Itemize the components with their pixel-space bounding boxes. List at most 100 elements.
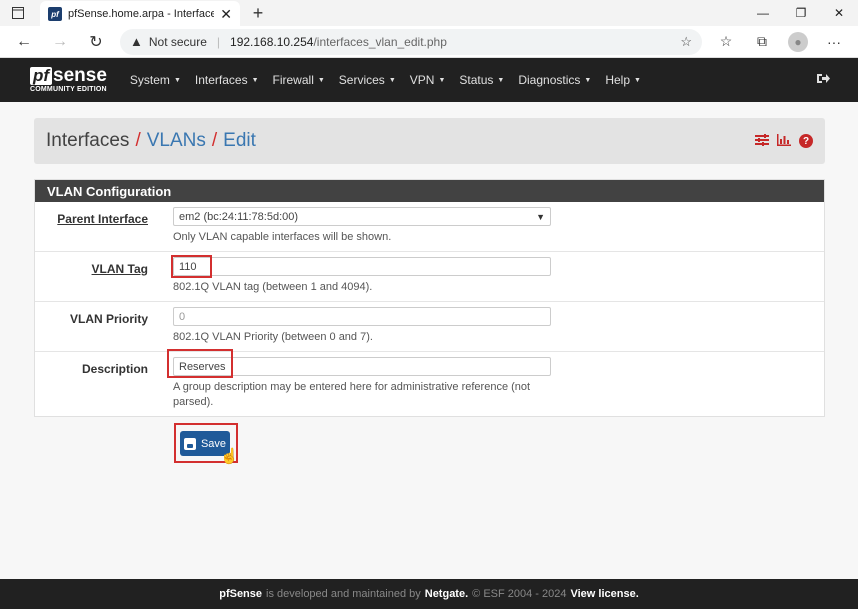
parent-interface-row: Parent Interface em2 (bc:24:11:78:5d:00)…	[35, 202, 824, 252]
menu-label: Help	[605, 73, 630, 87]
panel-title: VLAN Configuration	[35, 180, 824, 202]
menu-help[interactable]: Help ▼	[598, 73, 648, 87]
forward-icon[interactable]: →	[42, 28, 78, 56]
pfsense-favicon-icon: pf	[48, 7, 62, 21]
description-label: Description	[81, 362, 148, 376]
footer-license-link[interactable]: View license.	[570, 588, 638, 600]
vlan-priority-input[interactable]: 0	[173, 307, 551, 326]
footer-text: is developed and maintained by	[266, 588, 421, 600]
browser-toolbar: ← → ↻ ▲ Not secure | 192.168.10.254/inte…	[0, 26, 858, 58]
url-path: /interfaces_vlan_edit.php	[313, 34, 447, 49]
restore-icon[interactable]: ❐	[782, 0, 820, 26]
tab-title: pfSense.home.arpa - Interfaces: VLANs: E…	[68, 8, 215, 20]
minimize-icon[interactable]: —	[744, 0, 782, 26]
url-divider: |	[216, 34, 221, 49]
description-input[interactable]: Reserves	[167, 349, 551, 378]
sliders-icon[interactable]	[755, 133, 769, 149]
menu-system[interactable]: System ▼	[123, 73, 188, 87]
chart-icon[interactable]	[777, 133, 791, 149]
menu-label: System	[129, 73, 170, 87]
highlight-box	[171, 255, 212, 278]
collections-icon[interactable]: ⧉	[744, 28, 780, 56]
caret-down-icon: ▼	[173, 76, 181, 84]
profile-button[interactable]: ●	[780, 28, 816, 56]
breadcrumb-vlans[interactable]: VLANs	[147, 130, 206, 152]
vlan-tag-help: 802.1Q VLAN tag (between 1 and 4094).	[173, 281, 373, 293]
browser-tabbar: pf pfSense.home.arpa - Interfaces: VLANs…	[0, 0, 858, 27]
menu-firewall[interactable]: Firewall ▼	[266, 73, 332, 87]
breadcrumb-separator: /	[211, 130, 218, 151]
breadcrumb-interfaces: Interfaces	[46, 130, 130, 151]
logo-sense: sense	[53, 65, 107, 86]
menu-label: Status	[459, 73, 494, 87]
caret-down-icon: ▼	[497, 76, 505, 84]
parent-interface-help: Only VLAN capable interfaces will be sho…	[173, 231, 392, 243]
avatar-icon: ●	[788, 31, 808, 52]
warning-icon[interactable]: ▲	[130, 34, 143, 49]
menu-status[interactable]: Status ▼	[452, 73, 511, 87]
caret-down-icon: ▼	[317, 76, 325, 84]
menu-label: Interfaces	[194, 73, 248, 87]
help-icon[interactable]: ?	[799, 134, 813, 148]
page-header: Interfaces / VLANs / Edit ?	[34, 118, 825, 164]
breadcrumb-separator: /	[135, 130, 141, 151]
add-favorite-icon[interactable]: ☆	[680, 34, 692, 50]
header-icons: ?	[755, 133, 813, 149]
hand-cursor-icon: ☝	[220, 448, 239, 465]
browser-tab[interactable]: pf pfSense.home.arpa - Interfaces: VLANs…	[40, 1, 240, 27]
vlan-priority-placeholder: 0	[179, 310, 186, 323]
menu-services[interactable]: Services ▼	[332, 73, 403, 87]
main-navbar: pf sense COMMUNITY EDITION System ▼ Inter…	[0, 58, 858, 102]
parent-interface-label: Parent Interface	[57, 212, 148, 226]
menu-label: VPN	[409, 73, 435, 87]
caret-down-icon: ▼	[634, 76, 641, 84]
window-controls: — ❐ ✕	[744, 0, 858, 26]
caret-down-icon: ▼	[251, 76, 259, 84]
tab-actions-icon[interactable]	[0, 0, 36, 26]
more-menu-icon[interactable]: ···	[816, 28, 852, 56]
logout-icon[interactable]	[816, 72, 830, 88]
page-content: Interfaces / VLANs / Edit ? VLAN Configu…	[0, 102, 858, 465]
description-row: Description Reserves A group description…	[35, 349, 824, 416]
vlan-tag-row: VLAN Tag 110 802.1Q VLAN tag (between 1 …	[35, 252, 824, 302]
menu-label: Firewall	[272, 73, 314, 87]
menu-interfaces[interactable]: Interfaces ▼	[188, 73, 266, 87]
url-host: 192.168.10.254	[230, 34, 314, 49]
vlan-tag-input[interactable]: 110	[171, 255, 551, 278]
vlan-priority-help: 802.1Q VLAN Priority (between 0 and 7).	[173, 331, 373, 343]
logo-pf: pf	[30, 67, 53, 85]
favorites-icon[interactable]: ☆	[708, 28, 744, 56]
vlan-priority-row: VLAN Priority 0 802.1Q VLAN Priority (be…	[35, 302, 824, 352]
parent-interface-select[interactable]: em2 (bc:24:11:78:5d:00) ▼	[173, 207, 551, 226]
pfsense-logo[interactable]: pf sense COMMUNITY EDITION	[30, 65, 107, 93]
footer-copyright: © ESF 2004 - 2024	[472, 588, 567, 600]
close-tab-icon[interactable]: ✕	[220, 6, 232, 23]
refresh-icon[interactable]: ↻	[78, 28, 114, 56]
save-area: Save ☝	[174, 423, 239, 465]
menu-diagnostics[interactable]: Diagnostics ▼	[511, 73, 598, 87]
footer-brand: pfSense	[219, 588, 263, 600]
caret-down-icon: ▼	[438, 76, 446, 84]
caret-down-icon: ▼	[584, 76, 592, 84]
main-menu: System ▼ Interfaces ▼ Firewall ▼ Services ▼ …	[123, 73, 648, 87]
vlan-config-panel: VLAN Configuration Parent Interface em2 …	[34, 179, 825, 417]
menu-label: Services	[338, 73, 385, 87]
parent-interface-value: em2 (bc:24:11:78:5d:00)	[179, 210, 299, 223]
address-bar[interactable]: ▲ Not secure | 192.168.10.254/interfaces…	[120, 28, 702, 55]
caret-down-icon: ▼	[388, 76, 396, 84]
breadcrumb-edit[interactable]: Edit	[223, 130, 256, 152]
highlight-box	[167, 349, 233, 378]
description-help: A group description may be entered here …	[173, 381, 531, 408]
close-window-icon[interactable]: ✕	[820, 0, 858, 26]
vlan-priority-label: VLAN Priority	[69, 312, 148, 326]
footer-company-link[interactable]: Netgate.	[425, 588, 468, 600]
back-icon[interactable]: ←	[6, 28, 42, 56]
logo-edition: COMMUNITY EDITION	[30, 86, 107, 93]
menu-vpn[interactable]: VPN ▼	[403, 73, 453, 87]
page-footer: pfSense is developed and maintained by N…	[0, 579, 858, 609]
breadcrumb: Interfaces / VLANs / Edit	[46, 130, 256, 152]
not-secure-label[interactable]: Not secure	[149, 35, 207, 49]
menu-label: Diagnostics	[518, 73, 581, 87]
chevron-down-icon: ▼	[536, 211, 545, 222]
new-tab-icon[interactable]: +	[246, 1, 270, 25]
